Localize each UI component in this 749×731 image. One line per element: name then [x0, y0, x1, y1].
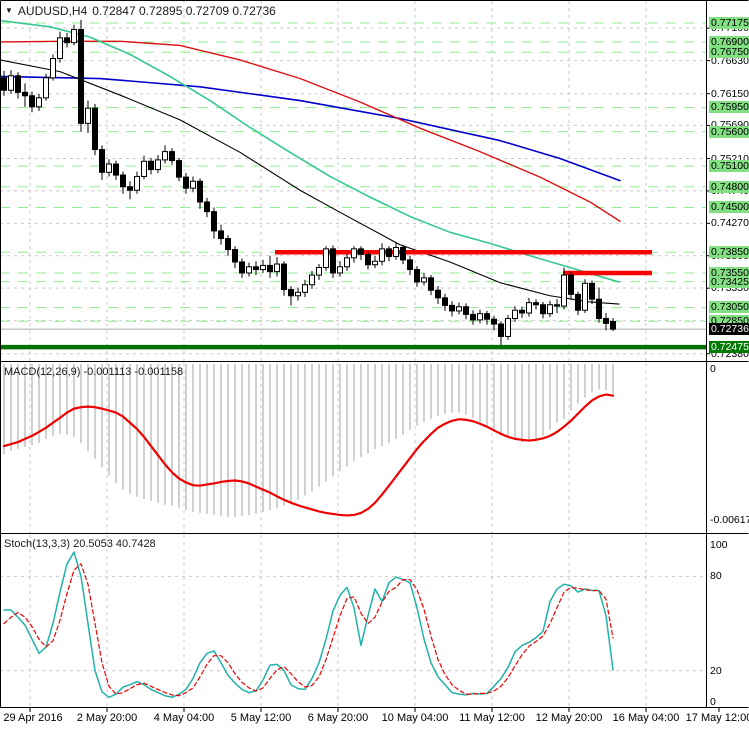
time-label: 6 May 20:00 — [307, 712, 369, 724]
price-level-label: 0.74500 — [709, 201, 749, 214]
time-label: 10 May 04:00 — [381, 712, 449, 724]
price-label: 0.74270 — [711, 217, 749, 230]
price-level-label: 0.73850 — [709, 246, 749, 259]
stoch-scale-20: 20 — [710, 664, 722, 677]
price-level-label: 0.74800 — [709, 180, 749, 193]
stoch-scale-0: 0 — [710, 696, 716, 708]
mt4-chart-window: ▼ AUDUSD,H4 0.72847 0.72895 0.72709 0.72… — [0, 0, 749, 731]
price-level-label: 0.75950 — [709, 101, 749, 114]
time-label: 12 May 20:00 — [535, 712, 603, 724]
time-label: 2 May 20:00 — [76, 712, 138, 724]
time-label: 5 May 12:00 — [230, 712, 292, 724]
time-label: 4 May 04:00 — [153, 712, 215, 724]
time-label: 16 May 04:00 — [612, 712, 680, 724]
time-label: 11 May 12:00 — [459, 712, 525, 724]
symbol-dropdown-icon[interactable]: ▼ — [5, 7, 13, 15]
symbol-period-label: AUDUSD,H4 — [17, 4, 88, 18]
stoch-label: Stoch(13,3,3) 20.5053 40.7428 — [4, 538, 156, 550]
price-level-label: 0.75100 — [709, 160, 749, 173]
price-label: 0.76150 — [711, 87, 749, 100]
macd-scale-min: -0.006175 — [710, 514, 749, 526]
stoch-scale-80: 80 — [710, 570, 722, 583]
current-price-label: 0.72736 — [709, 323, 749, 336]
time-label: 17 May 12:00 — [685, 712, 749, 724]
macd-scale-max: 0 — [710, 363, 716, 375]
macd-label: MACD(12,26,9) -0.001113 -0.001158 — [4, 366, 184, 378]
price-level-label: 0.73050 — [709, 301, 749, 314]
price-level-label: 0.73425 — [709, 275, 749, 288]
price-level-label: 0.75600 — [709, 125, 749, 138]
price-level-label: 0.77175 — [709, 17, 749, 29]
time-label: 29 Apr 2016 — [3, 712, 63, 724]
support-price-label: 0.72475 — [709, 341, 749, 354]
ohlc-values-label: 0.72847 0.72895 0.72709 0.72736 — [92, 4, 276, 18]
price-level-label: 0.76750 — [709, 46, 749, 59]
chart-title: ▼ AUDUSD,H4 0.72847 0.72895 0.72709 0.72… — [5, 4, 276, 18]
stoch-scale-100: 100 — [710, 539, 728, 551]
